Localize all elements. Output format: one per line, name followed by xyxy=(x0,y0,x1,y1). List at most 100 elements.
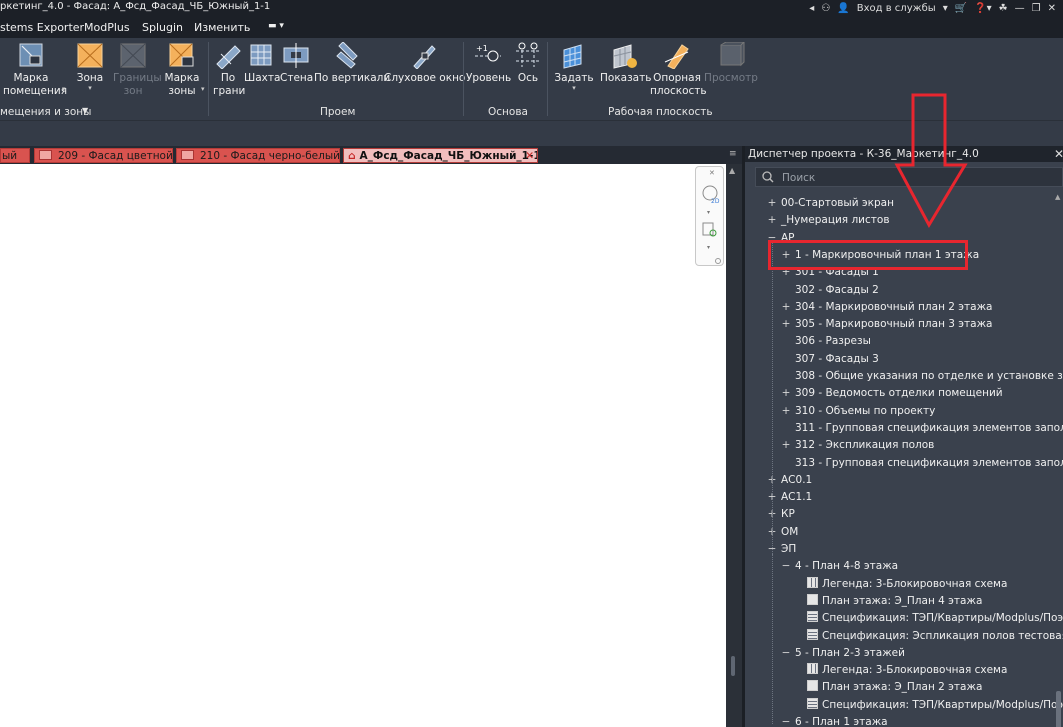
zone-tag-dropdown-icon[interactable]: ▾ xyxy=(201,85,205,93)
close-tab-icon[interactable]: ✕ xyxy=(525,149,534,162)
browser-view-item[interactable]: Спецификация: Эспликация полов тестовая xyxy=(807,628,1063,645)
browser-view-item[interactable]: План этажа: Э_План 2 этажа xyxy=(807,679,982,696)
svg-text:▾: ▾ xyxy=(707,209,710,216)
zone-bounds-button: Границы зон xyxy=(111,42,162,98)
tab-overflow-icon[interactable]: ≡ xyxy=(729,149,737,159)
minimize-button[interactable]: — xyxy=(1015,3,1025,14)
browser-tree-item[interactable]: 302 - Фасады 2 xyxy=(780,282,879,299)
help-icon[interactable]: ❓▾ xyxy=(974,3,991,14)
panel-opening: Проем xyxy=(320,106,356,118)
browser-view-item[interactable]: Легенда: 3-Блокировочная схема xyxy=(807,576,1007,593)
scroll-up-icon[interactable]: ▲ xyxy=(729,166,735,175)
panel-rooms-zones[interactable]: мещения и зоны xyxy=(0,106,91,118)
browser-item-label: Легенда: 3-Блокировочная схема xyxy=(822,664,1008,677)
browser-tree-item[interactable]: −4 - План 4-8 этажа xyxy=(780,558,899,575)
browser-tree-item[interactable]: 311 - Групповая спецификация элементов з… xyxy=(780,420,1063,437)
restore-button[interactable]: ❐ xyxy=(1032,3,1041,14)
zone-button[interactable]: Зона ▾ xyxy=(73,42,107,92)
menu-systems-exporter[interactable]: stems Exporter xyxy=(0,21,84,34)
menu-splugin[interactable]: Splugin xyxy=(142,21,183,34)
browser-view-item[interactable]: Спецификация: ТЭП/Квартиры/Modplus/Поэта… xyxy=(807,610,1063,627)
close-button[interactable]: ✕ xyxy=(1048,3,1056,14)
browser-view-item[interactable]: Легенда: 3-Блокировочная схема xyxy=(807,662,1007,679)
set-workplane-icon xyxy=(563,44,582,69)
expand-icon[interactable]: + xyxy=(780,316,792,333)
vertical-opening-button[interactable]: По вертикали xyxy=(314,42,390,85)
browser-tree-item[interactable]: 307 - Фасады 3 xyxy=(780,351,879,368)
canvas-scrollbar[interactable]: ▲ xyxy=(726,164,742,727)
browser-tree-item[interactable]: 308 - Общие указания по отделке и устано… xyxy=(780,368,1063,385)
close-icon[interactable]: ✕ xyxy=(1054,146,1063,162)
browser-view-item[interactable]: План этажа: Э_План 4 этажа xyxy=(807,593,982,610)
nav-tools-icon[interactable]: ✕ 2D ▾ ▾ xyxy=(696,167,725,267)
browser-tree-item[interactable]: +312 - Экспликация полов xyxy=(780,437,935,454)
expand-icon[interactable]: + xyxy=(780,299,792,316)
scrollbar-thumb[interactable] xyxy=(731,656,735,676)
window-title: ркетинг_4.0 - Фасад: А_Фсд_Фасад_ЧБ_Южны… xyxy=(0,1,271,12)
expand-icon[interactable]: + xyxy=(766,212,778,229)
browser-tree-item[interactable]: +309 - Ведомость отделки помещений xyxy=(780,385,1003,402)
dropdown-arrow-icon[interactable]: ▾ xyxy=(943,3,948,14)
browser-tree-item[interactable]: + ОМ xyxy=(766,524,799,541)
signin-button[interactable]: Вход в службы xyxy=(857,3,936,14)
browser-tree-item[interactable]: +00-Стартовый экран xyxy=(766,195,894,212)
drawing-canvas[interactable] xyxy=(0,164,726,727)
expand-icon[interactable]: + xyxy=(766,195,778,212)
view-tab[interactable]: 209 - Фасад цветной xyxy=(34,148,173,163)
floor-plan-icon xyxy=(807,593,818,605)
zone-dropdown-icon[interactable]: ▾ xyxy=(73,85,107,92)
collapse-icon[interactable]: − xyxy=(780,645,792,662)
browser-tree-item[interactable]: +304 - Маркировочный план 2 этажа xyxy=(780,299,993,316)
wall-opening-button[interactable]: Стена xyxy=(280,42,313,85)
by-face-button[interactable]: По грани xyxy=(212,42,245,98)
grid-button[interactable]: Ось xyxy=(512,42,544,85)
zone-tag-button[interactable]: Марка зоны xyxy=(162,42,202,98)
scrollbar-thumb[interactable] xyxy=(1056,691,1061,727)
expand-icon[interactable]: + xyxy=(780,403,792,420)
browser-item-label: 00-Стартовый экран xyxy=(781,197,894,209)
browser-tree-item[interactable]: + _Нумерация листов xyxy=(766,212,890,229)
browser-tree-item[interactable]: 313 - Групповая спецификация элементов з… xyxy=(780,455,1063,472)
room-tag-button[interactable]: Марка помещения xyxy=(3,42,67,98)
browser-tree-item[interactable]: +305 - Маркировочный план 3 этажа xyxy=(780,316,993,333)
shaft-button[interactable]: Шахта xyxy=(244,42,280,85)
show-workplane-button[interactable]: Показать xyxy=(600,42,651,85)
menu-modify[interactable]: Изменить xyxy=(194,21,250,34)
chevron-left-icon[interactable]: ◂ xyxy=(809,3,814,14)
set-workplane-button[interactable]: Задать ▾ xyxy=(552,42,596,92)
browser-tree-item[interactable]: +310 - Объемы по проекту xyxy=(780,403,936,420)
sheet-icon xyxy=(39,150,52,160)
browser-tree-item[interactable]: −6 - План 1 этажа xyxy=(780,714,888,727)
browser-item-label: 305 - Маркировочный план 3 этажа xyxy=(795,318,993,331)
browser-tree-item[interactable]: − ЭП xyxy=(766,541,797,558)
view-tab[interactable]: 210 - Фасад черно-белый xyxy=(176,148,340,163)
browser-tree-item[interactable]: −5 - План 2-3 этажей xyxy=(780,645,905,662)
panel-rooms-dropdown-icon[interactable]: ▼ xyxy=(82,106,88,115)
user-icon[interactable]: 👤 xyxy=(837,3,849,14)
browser-tree-item[interactable]: + КР xyxy=(766,506,795,523)
menu-modplus[interactable]: ModPlus xyxy=(84,21,130,34)
browser-tree-item[interactable]: 306 - Разрезы xyxy=(780,333,871,350)
level-button[interactable]: +1 Уровень xyxy=(466,42,511,85)
room-tag-dropdown-icon[interactable]: ▾ xyxy=(62,85,66,93)
app-icon[interactable]: ☘ xyxy=(999,3,1008,14)
project-browser: Диспетчер проекта - К-36_Маркетинг_4.0 ✕… xyxy=(742,146,1063,727)
browser-scrollbar[interactable]: ▲ xyxy=(1055,191,1062,727)
browser-item-label: 6 - План 1 этажа xyxy=(795,716,888,727)
set-dropdown-icon[interactable]: ▾ xyxy=(552,85,596,92)
toggle-icon[interactable]: ▬ ▾ xyxy=(268,21,284,31)
view-tab[interactable]: ый xyxy=(0,148,30,163)
dormer-button[interactable]: Слуховое окно xyxy=(384,42,465,85)
scroll-up-icon[interactable]: ▲ xyxy=(1055,193,1060,201)
binoculars-icon[interactable]: ⚇ xyxy=(821,3,830,14)
tree-guide-line xyxy=(772,554,773,724)
expand-icon[interactable]: + xyxy=(780,437,792,454)
ref-plane-button[interactable]: Опорная плоскость xyxy=(650,42,707,98)
floor-plan-icon xyxy=(807,680,818,692)
collapse-icon[interactable]: − xyxy=(780,714,792,727)
collapse-icon[interactable]: − xyxy=(780,558,792,575)
expand-icon[interactable]: + xyxy=(780,385,792,402)
browser-view-item[interactable]: Спецификация: ТЭП/Квартиры/Modplus/Поэта… xyxy=(807,697,1063,714)
view-tab-active[interactable]: ⌂ А_Фсд_Фасад_ЧБ_Южный_1-1 ✕ xyxy=(343,148,538,163)
cart-icon[interactable]: 🛒 xyxy=(955,3,967,14)
